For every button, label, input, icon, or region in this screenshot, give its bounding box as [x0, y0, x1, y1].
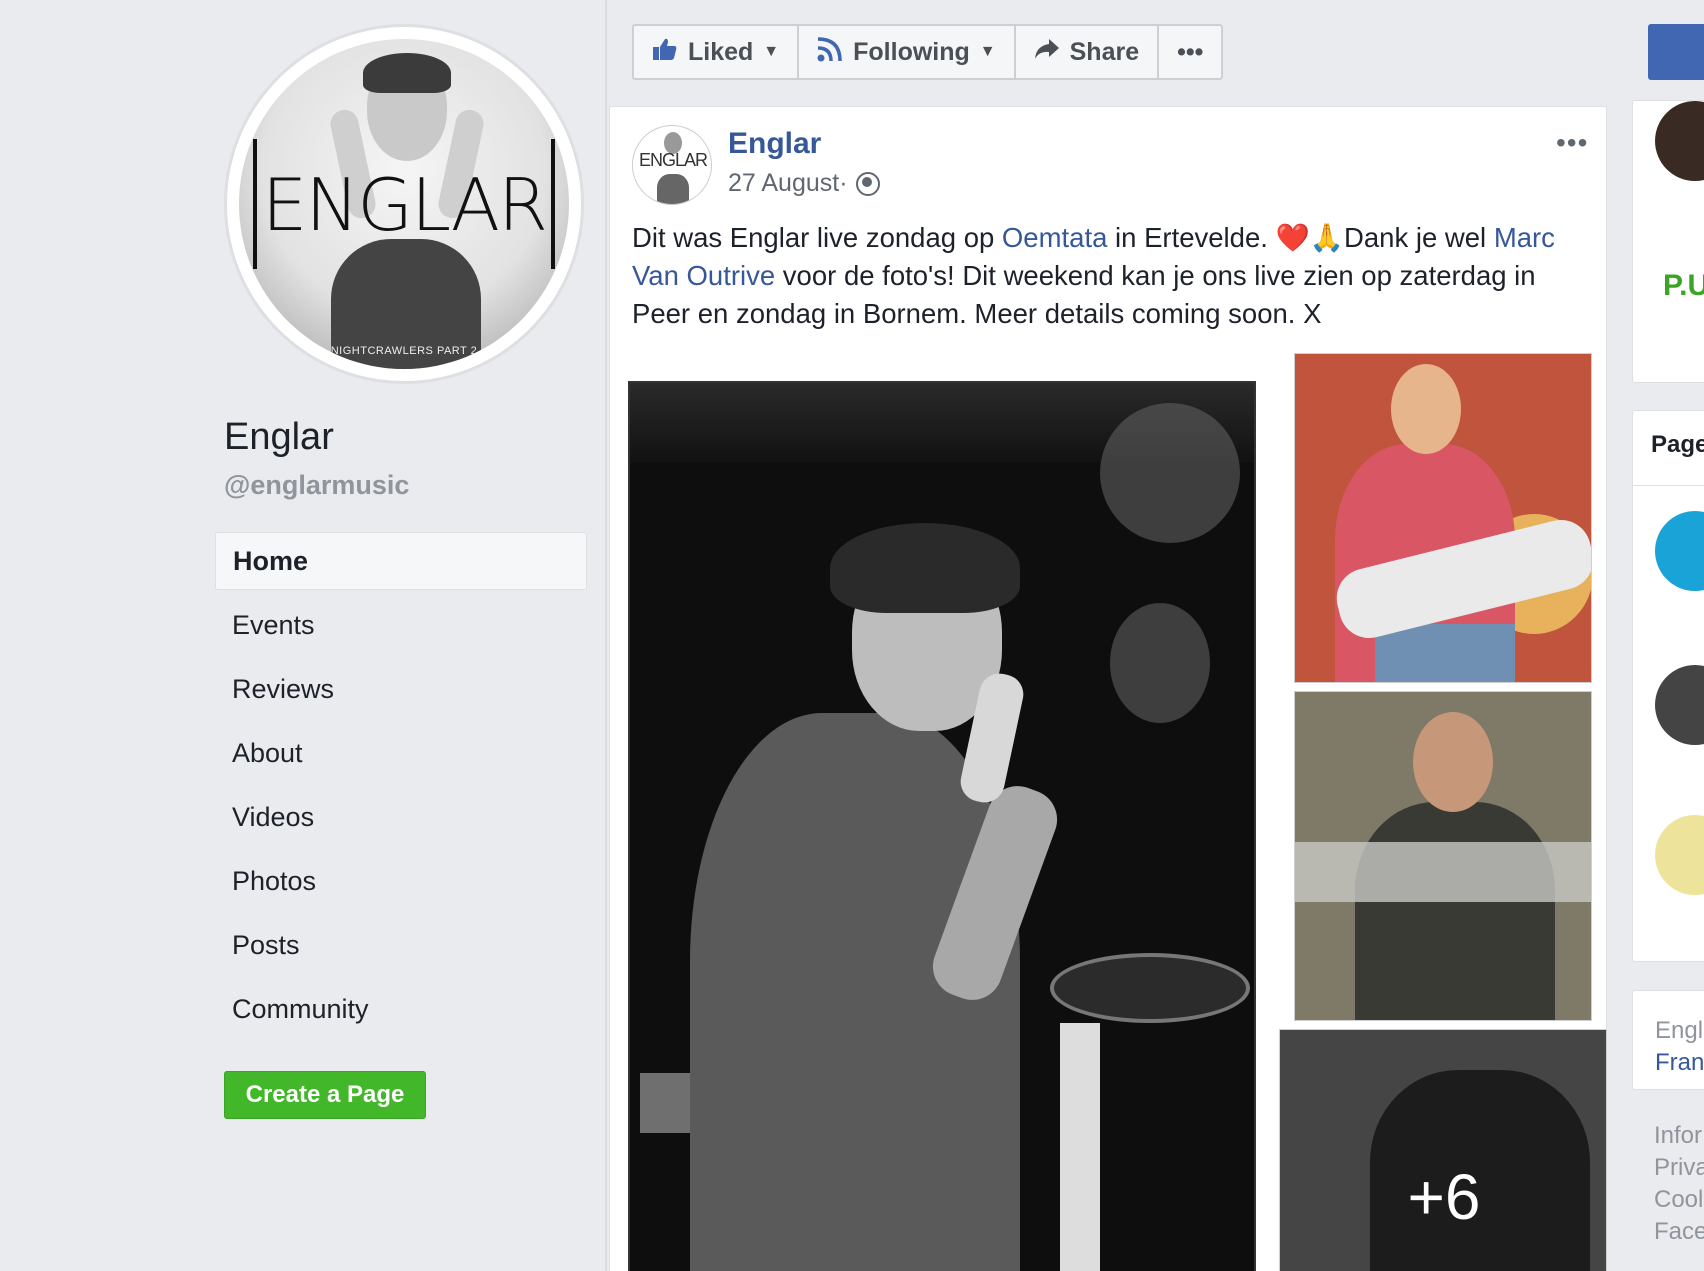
create-page-button[interactable]: Create a Page: [224, 1071, 426, 1119]
liked-page-avatar[interactable]: [1655, 511, 1704, 591]
post-link-oemtata[interactable]: Oemtata: [1002, 222, 1107, 253]
post-photo-main[interactable]: [628, 381, 1256, 1271]
post-author-avatar[interactable]: ENGLAR: [632, 125, 712, 205]
liked-page-avatar[interactable]: [1655, 815, 1704, 895]
share-label: Share: [1069, 37, 1140, 66]
caret-down-icon: ▼: [763, 43, 780, 60]
more-options-button[interactable]: •••: [1159, 26, 1221, 78]
post-text-segment: in Ertevelde. ❤️🙏Dank je wel: [1107, 222, 1494, 253]
share-button[interactable]: Share: [1016, 26, 1160, 78]
nav-item-about[interactable]: About: [215, 724, 587, 788]
right-card-pages: Page: [1632, 410, 1704, 962]
post-meta-separator: ·: [839, 169, 848, 197]
language-link[interactable]: Fran: [1655, 1049, 1704, 1077]
liked-page-avatar[interactable]: [1655, 665, 1704, 745]
post-author-name[interactable]: Englar: [728, 127, 821, 161]
footer-link[interactable]: Face: [1654, 1216, 1704, 1248]
right-card-top: P.U: [1632, 100, 1704, 383]
caret-down-icon: ▼: [979, 43, 996, 60]
right-card-logo[interactable]: P.U: [1663, 269, 1704, 303]
right-card-language: Engl Fran: [1632, 990, 1704, 1090]
more-dots-icon: •••: [1177, 37, 1204, 66]
globe-icon[interactable]: [855, 171, 880, 196]
profile-logo-text: ENGLAR: [261, 163, 548, 247]
photo-cymbal: [1050, 953, 1250, 1023]
nav-item-reviews[interactable]: Reviews: [215, 660, 587, 724]
page-title[interactable]: Englar: [224, 416, 334, 459]
liked-button[interactable]: Liked ▼: [634, 26, 800, 78]
nav-item-photos[interactable]: Photos: [215, 852, 587, 916]
post-options-button[interactable]: •••: [1556, 127, 1588, 159]
footer-link[interactable]: Infor: [1654, 1120, 1704, 1152]
post-photo-guitarist[interactable]: [1294, 353, 1592, 683]
profile-picture[interactable]: ENGLAR NIGHTCRAWLERS PART 2: [224, 24, 584, 384]
post-body-text: Dit was Englar live zondag op Oemtata in…: [632, 219, 1582, 333]
photo-guitarist-head: [1391, 364, 1461, 454]
post-photo-drummer[interactable]: [1294, 691, 1592, 1021]
nav-item-videos[interactable]: Videos: [215, 788, 587, 852]
thumbs-up-icon: [652, 37, 678, 68]
share-arrow-icon: [1034, 38, 1060, 67]
footer-link[interactable]: Priva: [1654, 1152, 1704, 1184]
primary-action-button[interactable]: [1648, 24, 1704, 80]
footer-links: Infor Priva Cool Face: [1654, 1120, 1704, 1248]
profile-picture-image: ENGLAR NIGHTCRAWLERS PART 2: [239, 39, 569, 369]
more-photos-count: +6: [1407, 1161, 1481, 1233]
photo-bokeh: [1110, 603, 1210, 723]
following-button[interactable]: Following ▼: [799, 26, 1016, 78]
right-card-pages-title: Page: [1651, 431, 1704, 458]
profile-figure-hair: [363, 53, 451, 93]
photo-more-overlay: [1280, 1030, 1606, 1271]
liked-label: Liked: [688, 37, 754, 66]
photo-bokeh: [1100, 403, 1240, 543]
nav-item-events[interactable]: Events: [215, 596, 587, 660]
page-action-toolbar: Liked ▼ Following ▼ Share •••: [632, 24, 1224, 80]
page-nav: Home Events Reviews About Videos Photos …: [215, 532, 587, 1044]
post-date[interactable]: 27 August: [728, 169, 839, 198]
right-card-avatar[interactable]: [1655, 101, 1704, 181]
profile-caption: NIGHTCRAWLERS PART 2: [330, 345, 478, 357]
post-text-segment: Dit was Englar live zondag op: [632, 222, 1002, 253]
photo-drummer-head: [1413, 712, 1493, 812]
post-photo-grid: +6: [610, 353, 1607, 1271]
photo-drum-kit: [1295, 842, 1591, 902]
following-label: Following: [853, 37, 970, 66]
photo-stand: [1060, 1023, 1100, 1271]
right-card-separator: [1633, 485, 1704, 486]
nav-item-community[interactable]: Community: [215, 980, 587, 1044]
post-photo-more[interactable]: +6: [1279, 1029, 1607, 1271]
avatar-logo-text: ENGLAR: [638, 150, 708, 170]
page-handle[interactable]: @englarmusic: [224, 470, 409, 501]
photo-singer-hair: [830, 523, 1020, 613]
rss-feed-icon: [817, 36, 843, 69]
column-divider: [605, 0, 607, 1271]
photo-guitarist-jeans: [1375, 624, 1515, 682]
nav-item-posts[interactable]: Posts: [215, 916, 587, 980]
nav-item-home[interactable]: Home: [215, 532, 587, 590]
post-meta: 27 August ·: [728, 169, 880, 198]
post-card: ENGLAR Englar 27 August · ••• Dit was En…: [609, 106, 1607, 1271]
footer-link[interactable]: Cool: [1654, 1184, 1704, 1216]
left-column: ENGLAR NIGHTCRAWLERS PART 2 Englar @engl…: [0, 0, 605, 1271]
avatar-figure-body: [657, 174, 689, 204]
photo-drummer-body: [1355, 802, 1555, 1020]
language-current: Engl: [1655, 1017, 1704, 1044]
